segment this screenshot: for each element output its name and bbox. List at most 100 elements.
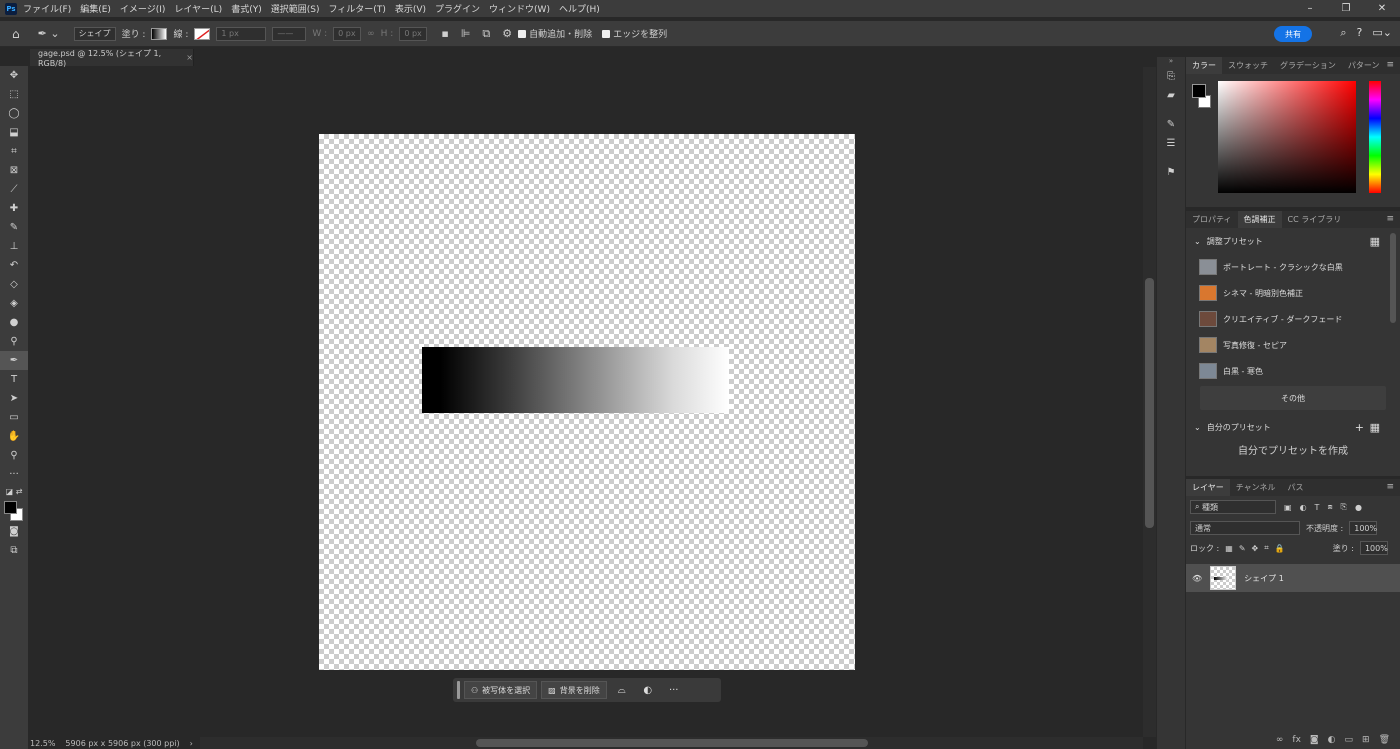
frame-tool-icon[interactable]: ⊠ <box>0 161 28 180</box>
lasso-tool-icon[interactable]: ◯ <box>0 104 28 123</box>
lock-transparent-icon[interactable]: ▦ <box>1225 544 1233 553</box>
menu-plugins[interactable]: プラグイン <box>435 2 480 15</box>
menu-help[interactable]: ヘルプ(H) <box>559 2 600 15</box>
gradient-shape[interactable] <box>422 347 729 413</box>
glyphs-panel-icon[interactable]: ⚑ <box>1157 163 1185 182</box>
zoom-tool-icon[interactable]: ⚲ <box>0 446 28 465</box>
marquee-tool-icon[interactable]: ⬚ <box>0 85 28 104</box>
panel-menu-icon[interactable]: ≡ <box>1386 214 1394 224</box>
remove-background-button[interactable]: ▨ 背景を削除 <box>541 681 607 699</box>
menu-view[interactable]: 表示(V) <box>395 2 426 15</box>
add-preset-icon[interactable]: + <box>1355 421 1364 434</box>
menu-edit[interactable]: 編集(E) <box>80 2 111 15</box>
panel-menu-icon[interactable]: ≡ <box>1386 482 1394 492</box>
vertical-scroll-thumb[interactable] <box>1145 278 1154 528</box>
type-tool-icon[interactable]: T <box>0 370 28 389</box>
document-tab[interactable]: gage.psd @ 12.5% (シェイプ 1, RGB/8) × <box>30 49 194 68</box>
adjustment-presets-header[interactable]: ⌄ 調整プリセット ▦ <box>1186 228 1400 254</box>
lock-pixels-icon[interactable]: ✎ <box>1239 544 1246 553</box>
help-icon[interactable]: ? <box>1357 26 1363 40</box>
rectangle-tool-icon[interactable]: ▭ <box>0 408 28 427</box>
pen-tool-icon[interactable]: ✒ <box>0 351 28 370</box>
edit-toolbar-icon[interactable]: ··· <box>0 465 28 484</box>
adjustments-scrollbar[interactable] <box>1390 233 1396 323</box>
preset-item[interactable]: 白黒 - 寒色 <box>1186 358 1400 384</box>
object-selection-tool-icon[interactable]: ⬓ <box>0 123 28 142</box>
foreground-color-swatch[interactable] <box>4 501 17 514</box>
minimize-button[interactable]: – <box>1292 0 1328 17</box>
path-operations-icon[interactable]: ▪ <box>441 27 448 40</box>
healing-brush-tool-icon[interactable]: ✚ <box>0 199 28 218</box>
blend-mode-dropdown[interactable]: 通常 <box>1190 521 1300 535</box>
transform-icon[interactable]: ⌓ <box>611 685 633 696</box>
tab-color[interactable]: カラー <box>1186 57 1222 74</box>
tab-patterns[interactable]: パターン <box>1342 57 1386 74</box>
lock-artboard-icon[interactable]: ⌗ <box>1264 543 1269 553</box>
menu-type[interactable]: 書式(Y) <box>231 2 262 15</box>
more-presets-button[interactable]: その他 <box>1200 386 1386 410</box>
filter-toggle-icon[interactable]: ● <box>1355 503 1362 512</box>
swap-colors-icon[interactable]: ◪ ⇄ <box>0 484 28 498</box>
tool-mode-dropdown[interactable]: シェイプ <box>73 26 116 41</box>
restore-button[interactable]: ❐ <box>1328 0 1364 17</box>
history-brush-tool-icon[interactable]: ↶ <box>0 256 28 275</box>
drag-handle[interactable] <box>457 681 460 699</box>
stroke-type-dropdown[interactable]: —— <box>272 26 307 41</box>
filter-pixel-icon[interactable]: ▣ <box>1284 503 1292 512</box>
grid-view-icon[interactable]: ▦ <box>1370 421 1380 434</box>
stroke-width-field[interactable]: 1 px <box>216 26 267 41</box>
share-button[interactable]: 共有 <box>1274 26 1312 42</box>
crop-tool-icon[interactable]: ⌗ <box>0 142 28 161</box>
search-icon[interactable]: ⌕ <box>1340 26 1346 40</box>
eyedropper-tool-icon[interactable]: ⟋ <box>0 180 28 199</box>
lock-position-icon[interactable]: ✥ <box>1252 544 1259 553</box>
brush-settings-icon[interactable]: ✎ <box>1157 115 1185 134</box>
eye-icon[interactable]: 👁 <box>1192 574 1202 583</box>
gear-icon[interactable]: ⚙ <box>502 27 512 40</box>
hand-tool-icon[interactable]: ✋ <box>0 427 28 446</box>
hue-slider[interactable] <box>1369 81 1381 193</box>
layer-style-icon[interactable]: fx <box>1292 735 1301 745</box>
preset-item[interactable]: 写真修復 - セピア <box>1186 332 1400 358</box>
paint-bucket-tool-icon[interactable]: ◈ <box>0 294 28 313</box>
opacity-field[interactable]: 100% <box>1349 521 1378 535</box>
history-panel-icon[interactable]: ⎘ <box>1157 67 1185 86</box>
fill-swatch[interactable] <box>151 27 168 40</box>
add-mask-icon[interactable]: ◙ <box>1310 735 1319 745</box>
tab-properties[interactable]: プロパティ <box>1186 211 1238 228</box>
panel-foreground-swatch[interactable] <box>1192 84 1206 98</box>
layer-row[interactable]: 👁 シェイプ 1 <box>1186 564 1400 592</box>
menu-window[interactable]: ウィンドウ(W) <box>489 2 550 15</box>
tab-paths[interactable]: パス <box>1282 479 1310 496</box>
adjustment-icon[interactable]: ◐ <box>637 685 659 696</box>
menu-layer[interactable]: レイヤー(L) <box>174 2 222 15</box>
new-layer-icon[interactable]: ⊞ <box>1362 735 1370 745</box>
lock-all-icon[interactable]: 🔒 <box>1275 544 1285 553</box>
close-tab-icon[interactable]: × <box>186 53 193 62</box>
stroke-swatch[interactable] <box>194 27 211 40</box>
height-field[interactable]: 0 px <box>399 26 428 41</box>
link-layers-icon[interactable]: ∞ <box>1276 735 1284 745</box>
menu-filter[interactable]: フィルター(T) <box>328 2 385 15</box>
comments-panel-icon[interactable]: ▰ <box>1157 86 1185 105</box>
fill-field[interactable]: 100% <box>1359 541 1388 555</box>
clone-stamp-tool-icon[interactable]: ⊥ <box>0 237 28 256</box>
status-chevron-icon[interactable]: › <box>190 739 193 748</box>
panel-menu-icon[interactable]: ≡ <box>1386 60 1394 70</box>
menu-file[interactable]: ファイル(F) <box>23 2 71 15</box>
menu-image[interactable]: イメージ(I) <box>120 2 166 15</box>
preset-item[interactable]: ポートレート - クラシックな白黒 <box>1186 254 1400 280</box>
layer-kind-filter[interactable]: ⌕ 種類 <box>1190 500 1276 514</box>
preset-item[interactable]: シネマ - 明暗別色補正 <box>1186 280 1400 306</box>
tab-cc-libraries[interactable]: CC ライブラリ <box>1282 211 1348 228</box>
dodge-tool-icon[interactable]: ⚲ <box>0 332 28 351</box>
tab-gradients[interactable]: グラデーション <box>1274 57 1342 74</box>
filter-type-icon[interactable]: T <box>1315 503 1320 512</box>
tab-layers[interactable]: レイヤー <box>1186 479 1230 496</box>
tab-channels[interactable]: チャンネル <box>1230 479 1282 496</box>
filter-smart-object-icon[interactable]: ⎘ <box>1341 502 1347 512</box>
eraser-tool-icon[interactable]: ◇ <box>0 275 28 294</box>
delete-layer-icon[interactable]: 🗑 <box>1379 735 1390 745</box>
align-edges-checkbox[interactable] <box>602 29 611 38</box>
tab-adjustments[interactable]: 色調補正 <box>1237 211 1282 228</box>
